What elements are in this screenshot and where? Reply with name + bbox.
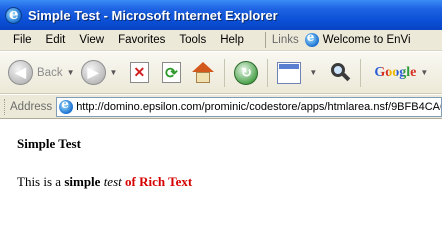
page-content: Simple Test This is a simple test of Ric… (0, 120, 442, 204)
home-icon (192, 61, 215, 84)
menu-edit[interactable]: Edit (39, 34, 73, 46)
history-button[interactable]: ↻ (234, 60, 259, 85)
back-arrow-icon[interactable]: ◀ (8, 60, 33, 85)
link-page-icon (304, 30, 319, 47)
menu-bar: File Edit View Favorites Tools Help Link… (0, 30, 442, 51)
links-item-label: Welcome to EnVi (322, 34, 411, 46)
forward-dropdown-icon[interactable]: ▼ (110, 68, 118, 77)
research-magnifier-icon (327, 61, 351, 85)
mail-button[interactable] (277, 61, 302, 85)
page-heading: Simple Test (17, 136, 81, 151)
toolbar-grip[interactable] (4, 98, 7, 115)
toolbar-separator-2 (267, 58, 269, 87)
menu-tools[interactable]: Tools (172, 34, 213, 46)
rich-text-line: This is a simple test of Rich Text (17, 174, 192, 190)
links-label: Links (271, 34, 299, 46)
mail-dropdown-icon[interactable]: ▼ (309, 68, 317, 77)
google-logo-text: Google (374, 64, 417, 80)
toolbar-separator (224, 58, 226, 87)
forward-arrow-icon[interactable]: ▶ (80, 60, 106, 85)
address-label: Address (10, 100, 53, 113)
history-icon: ↻ (234, 60, 259, 85)
page-icon (59, 98, 74, 114)
back-button-label[interactable]: Back (37, 67, 63, 79)
standard-toolbar: ◀ Back ▼ ▶ ▼ ✕ ⟳ ↻ ▼ Google ▼ (0, 52, 442, 94)
refresh-button[interactable]: ⟳ (159, 61, 183, 85)
research-button[interactable] (327, 61, 351, 85)
google-dropdown-icon[interactable]: ▼ (420, 68, 428, 77)
stop-icon: ✕ (129, 62, 149, 83)
address-input[interactable]: http://domino.epsilon.com/prominic/codes… (56, 96, 442, 117)
links-item-welcome[interactable]: Welcome to EnVi (304, 30, 411, 47)
refresh-icon: ⟳ (161, 62, 181, 83)
home-button[interactable] (191, 61, 215, 85)
menu-view[interactable]: View (72, 34, 111, 46)
address-url[interactable]: http://domino.epsilon.com/prominic/codes… (76, 101, 441, 113)
title-bar: Simple Test - Microsoft Internet Explore… (0, 0, 442, 30)
back-dropdown-icon[interactable]: ▼ (67, 68, 75, 77)
rich-text-red: of Rich Text (125, 174, 193, 189)
rich-text-bold: simple (64, 174, 101, 189)
toolbar-separator-3 (360, 58, 362, 87)
stop-button[interactable]: ✕ (127, 61, 151, 85)
menu-file[interactable]: File (6, 34, 39, 46)
rich-text-prefix: This is a (17, 174, 65, 189)
menu-help[interactable]: Help (213, 34, 251, 46)
internet-explorer-icon[interactable] (5, 5, 22, 24)
rich-text-italic: test (103, 174, 122, 189)
menu-separator (264, 32, 266, 48)
window-title: Simple Test - Microsoft Internet Explore… (28, 7, 278, 23)
google-toolbar-logo[interactable]: Google (374, 65, 416, 81)
menu-favorites[interactable]: Favorites (111, 34, 172, 46)
address-bar: Address http://domino.epsilon.com/promin… (0, 95, 442, 119)
mail-icon (277, 61, 302, 84)
